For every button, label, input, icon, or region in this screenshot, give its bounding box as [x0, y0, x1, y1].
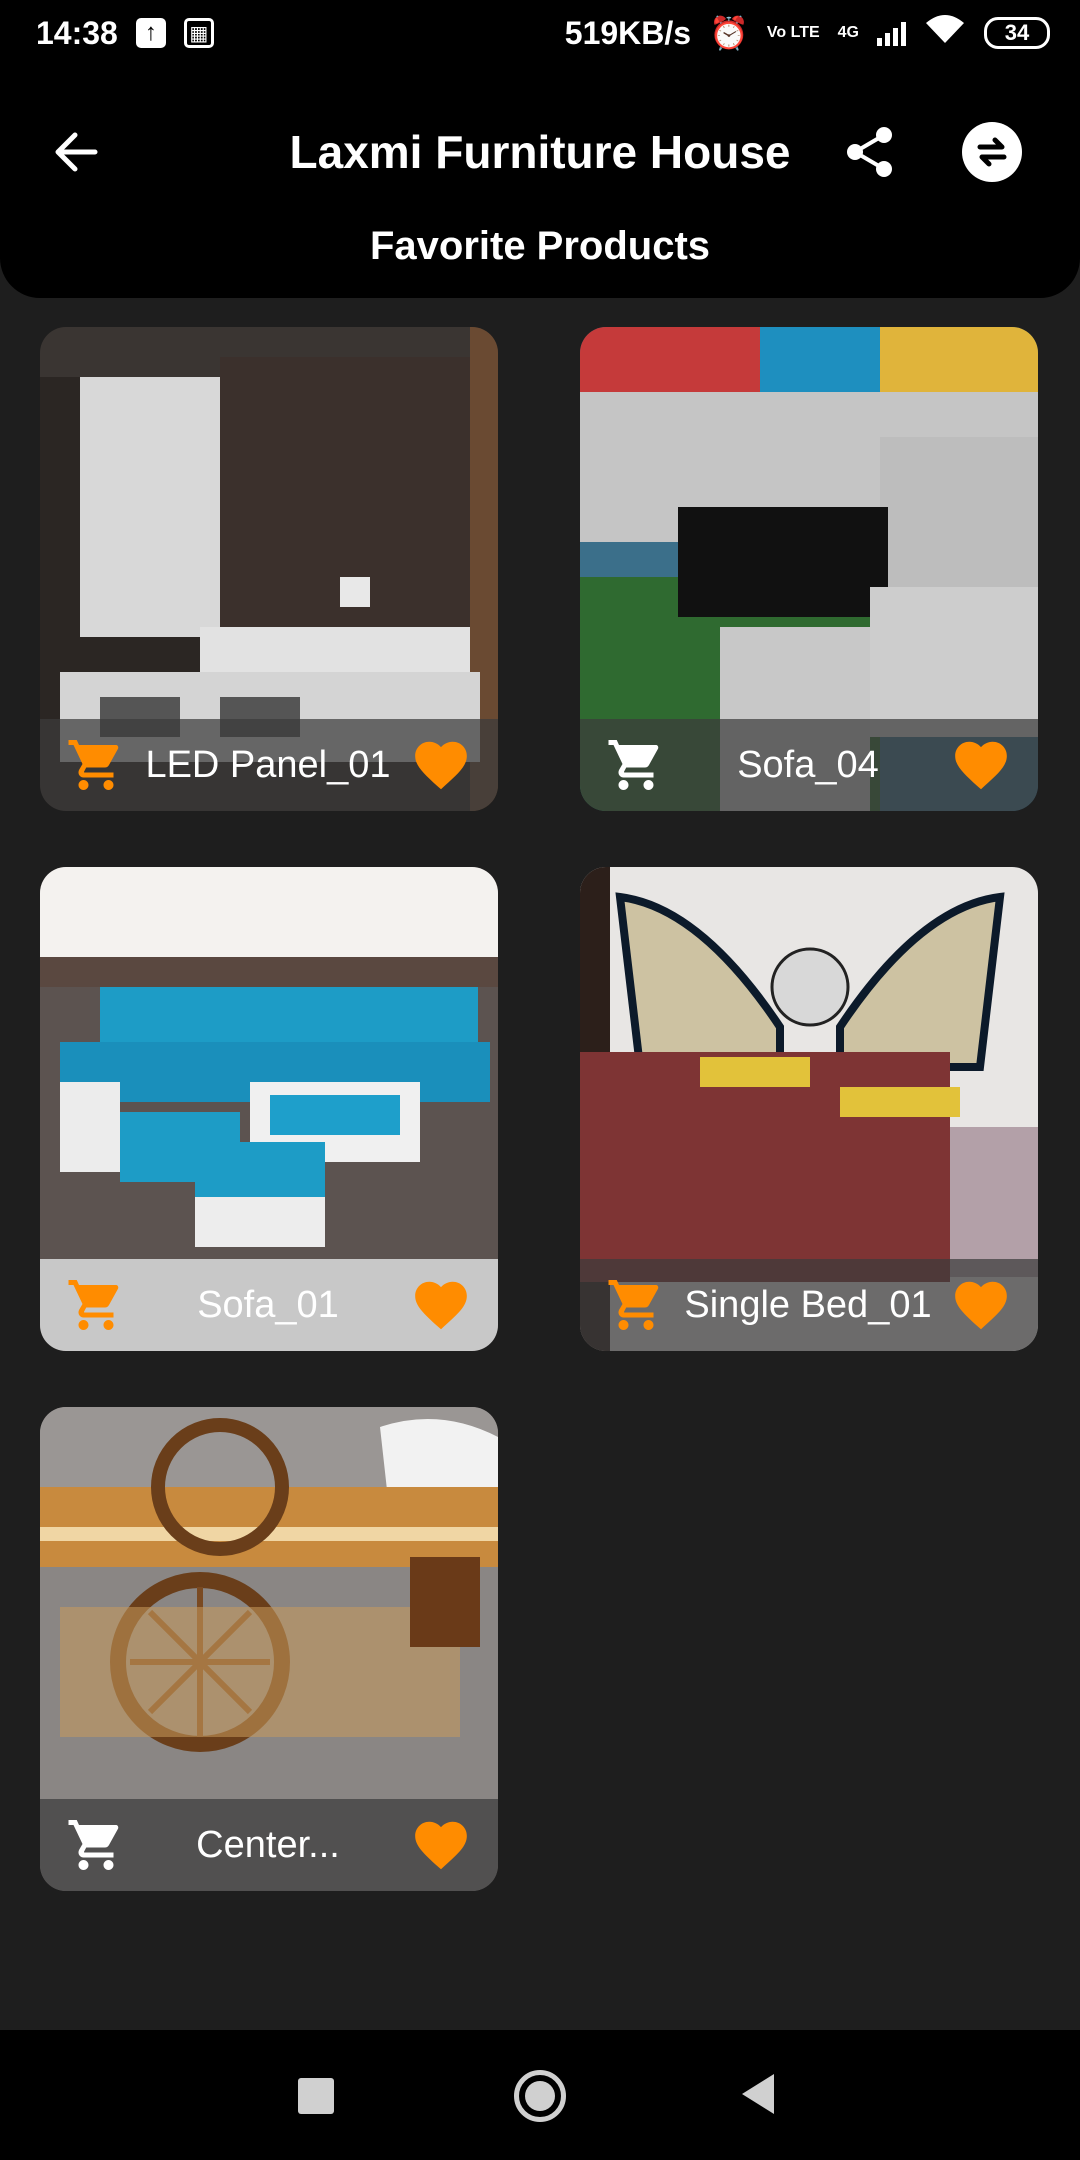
system-back-button[interactable]: [742, 2074, 774, 2114]
product-name: Sofa_04: [737, 743, 879, 786]
system-nav-bar: [0, 2030, 1080, 2160]
favorite-heart-icon[interactable]: [410, 734, 472, 796]
product-action-bar: Single Bed_01: [580, 1259, 1038, 1351]
product-action-bar: Center...: [40, 1799, 498, 1891]
cart-icon[interactable]: [606, 735, 666, 795]
product-card[interactable]: LED Panel_01: [40, 327, 498, 811]
cart-icon[interactable]: [66, 735, 126, 795]
cart-icon[interactable]: [606, 1275, 666, 1335]
home-button[interactable]: [514, 2070, 566, 2122]
product-grid: LED Panel_01 Sofa_04 Sofa_01 Single Bed_…: [0, 0, 1080, 2030]
product-card[interactable]: Center...: [40, 1407, 498, 1891]
product-action-bar: Sofa_01: [40, 1259, 498, 1351]
favorite-heart-icon[interactable]: [410, 1274, 472, 1336]
product-name: Single Bed_01: [684, 1283, 932, 1326]
product-action-bar: Sofa_04: [580, 719, 1038, 811]
product-card[interactable]: Sofa_04: [580, 327, 1038, 811]
product-card[interactable]: Single Bed_01: [580, 867, 1038, 1351]
favorite-heart-icon[interactable]: [950, 1274, 1012, 1336]
recent-apps-button[interactable]: [298, 2078, 334, 2114]
product-name: LED Panel_01: [145, 743, 391, 786]
favorite-heart-icon[interactable]: [410, 1814, 472, 1876]
product-name: Sofa_01: [197, 1283, 339, 1326]
product-name: Center...: [196, 1823, 340, 1866]
product-card[interactable]: Sofa_01: [40, 867, 498, 1351]
cart-icon[interactable]: [66, 1275, 126, 1335]
cart-icon[interactable]: [66, 1815, 126, 1875]
favorite-heart-icon[interactable]: [950, 734, 1012, 796]
product-action-bar: LED Panel_01: [40, 719, 498, 811]
